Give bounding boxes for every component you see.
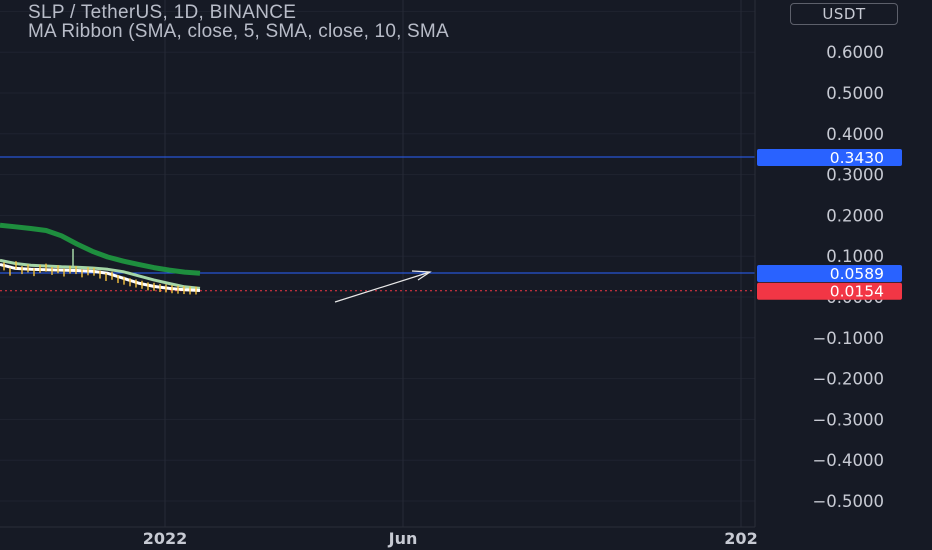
price-tag-label: 0.0589 — [830, 265, 884, 283]
time-axis-tick: 202 — [724, 529, 757, 548]
price-axis-tick: −0.2000 — [812, 370, 884, 389]
price-axis-tick: 0.6000 — [826, 43, 884, 62]
price-chart[interactable]: 0.60000.50000.40000.30000.20000.10000.00… — [0, 0, 932, 550]
price-axis-tick: 0.1000 — [826, 247, 884, 266]
time-axis-tick: 2022 — [143, 529, 188, 548]
price-axis-tick: −0.4000 — [812, 451, 884, 470]
price-axis-tick: 0.4000 — [826, 125, 884, 144]
price-tag-label: 0.3430 — [830, 149, 884, 167]
time-axis-tick: Jun — [388, 529, 418, 548]
price-axis-tick: 0.5000 — [826, 84, 884, 103]
currency-label: USDT — [822, 5, 866, 23]
price-axis-tick: 0.2000 — [826, 206, 884, 225]
symbol-title[interactable]: SLP / TetherUS, 1D, BINANCE — [28, 3, 296, 23]
price-axis-tick: −0.3000 — [812, 410, 884, 429]
price-axis-tick: −0.5000 — [812, 492, 884, 511]
price-axis-tick: −0.1000 — [812, 329, 884, 348]
price-axis-tick: 0.3000 — [826, 166, 884, 185]
currency-button[interactable]: USDT — [790, 3, 898, 25]
price-tag-label: 0.0154 — [830, 283, 884, 301]
indicator-legend[interactable]: MA Ribbon (SMA, close, 5, SMA, close, 10… — [28, 22, 754, 42]
